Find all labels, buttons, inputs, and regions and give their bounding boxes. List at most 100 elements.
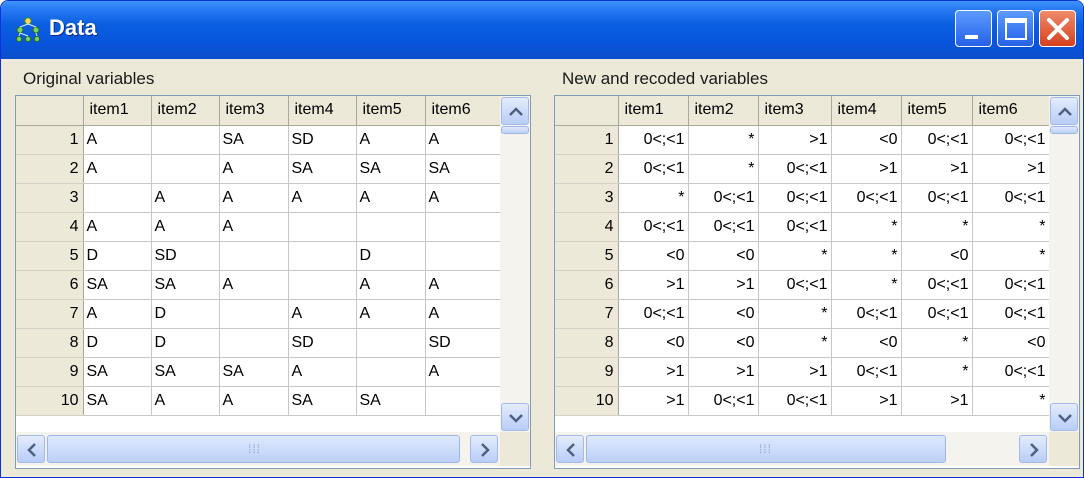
column-header-item3[interactable]: item3 [758, 96, 832, 126]
row-header[interactable]: 3 [555, 183, 619, 213]
title-bar[interactable]: Data [1, 1, 1083, 59]
horizontal-scrollbar[interactable]: ⁞⁞⁞ [16, 432, 500, 466]
data-cell[interactable]: SA [151, 270, 220, 300]
scroll-right-button[interactable] [470, 435, 498, 463]
data-cell[interactable]: SD [151, 241, 220, 271]
column-header-item2[interactable]: item2 [688, 96, 759, 126]
data-cell[interactable]: 0<;<1 [831, 299, 902, 329]
data-cell[interactable]: * [831, 241, 902, 271]
row-header[interactable]: 5 [555, 241, 619, 271]
row-header[interactable]: 9 [16, 357, 84, 387]
data-cell[interactable]: 0<;<1 [901, 125, 973, 155]
data-cell[interactable]: * [901, 212, 973, 242]
row-header[interactable]: 1 [555, 125, 619, 155]
data-cell[interactable]: >1 [972, 154, 1050, 184]
data-cell[interactable]: 0<;<1 [618, 212, 689, 242]
data-cell[interactable]: * [618, 183, 689, 213]
data-cell[interactable]: <0 [831, 328, 902, 358]
data-cell[interactable]: A [219, 270, 289, 300]
data-cell[interactable]: * [972, 241, 1050, 271]
data-cell[interactable]: A [83, 299, 152, 329]
minimize-button[interactable] [955, 10, 992, 47]
data-cell[interactable]: A [83, 154, 152, 184]
data-cell[interactable]: >1 [901, 386, 973, 416]
data-cell[interactable] [425, 212, 501, 242]
data-cell[interactable]: A [288, 183, 357, 213]
data-cell[interactable]: * [972, 386, 1050, 416]
row-header[interactable]: 8 [16, 328, 84, 358]
data-cell[interactable]: 0<;<1 [618, 154, 689, 184]
corner-header-cell[interactable] [555, 96, 619, 126]
data-cell[interactable]: 0<;<1 [901, 299, 973, 329]
horizontal-scrollbar[interactable]: ⁞⁞⁞ [555, 432, 1049, 466]
data-cell[interactable]: A [83, 212, 152, 242]
recoded-variables-grid[interactable]: item1 item2 item3 item4 item5 item6 1 0<;<1 * >1… [554, 95, 1080, 469]
row-header[interactable]: 7 [16, 299, 84, 329]
vertical-scroll-thumb[interactable] [1050, 126, 1078, 134]
data-cell[interactable] [219, 328, 289, 358]
data-cell[interactable]: A [425, 270, 501, 300]
row-header[interactable]: 6 [16, 270, 84, 300]
row-header[interactable]: 4 [16, 212, 84, 242]
data-cell[interactable] [288, 212, 357, 242]
original-variables-grid[interactable]: item1 item2 item3 item4 item5 item6 1 A SA SD A A 2… [15, 95, 531, 469]
data-cell[interactable]: 0<;<1 [688, 386, 759, 416]
column-header-item5[interactable]: item5 [356, 96, 426, 126]
row-header[interactable]: 2 [16, 154, 84, 184]
scroll-right-button[interactable] [1019, 435, 1047, 463]
data-cell[interactable]: * [972, 212, 1050, 242]
data-cell[interactable]: SA [425, 154, 501, 184]
data-cell[interactable] [219, 241, 289, 271]
horizontal-scroll-thumb[interactable]: ⁞⁞⁞ [586, 435, 946, 463]
data-cell[interactable]: A [219, 212, 289, 242]
data-cell[interactable]: SA [288, 386, 357, 416]
data-cell[interactable]: <0 [901, 241, 973, 271]
data-cell[interactable]: * [758, 299, 832, 329]
row-header[interactable]: 5 [16, 241, 84, 271]
data-cell[interactable]: A [425, 183, 501, 213]
vertical-scroll-thumb[interactable] [501, 126, 529, 134]
maximize-button[interactable] [997, 10, 1034, 47]
data-cell[interactable]: >1 [688, 270, 759, 300]
data-cell[interactable]: * [901, 357, 973, 387]
row-header[interactable]: 10 [16, 386, 84, 416]
data-cell[interactable] [356, 328, 426, 358]
data-cell[interactable]: 0<;<1 [972, 270, 1050, 300]
data-cell[interactable] [288, 241, 357, 271]
data-cell[interactable]: 0<;<1 [972, 183, 1050, 213]
column-header-item5[interactable]: item5 [901, 96, 973, 126]
scroll-left-button[interactable] [17, 435, 45, 463]
data-cell[interactable]: 0<;<1 [758, 270, 832, 300]
data-cell[interactable]: 0<;<1 [758, 183, 832, 213]
data-cell[interactable]: A [425, 299, 501, 329]
column-header-item1[interactable]: item1 [83, 96, 152, 126]
data-cell[interactable]: 0<;<1 [901, 183, 973, 213]
data-cell[interactable]: A [288, 357, 357, 387]
data-cell[interactable]: >1 [688, 357, 759, 387]
column-header-item4[interactable]: item4 [831, 96, 902, 126]
data-cell[interactable]: >1 [618, 386, 689, 416]
data-cell[interactable]: SA [83, 386, 152, 416]
data-cell[interactable] [356, 212, 426, 242]
data-cell[interactable]: SA [219, 125, 289, 155]
data-cell[interactable]: 0<;<1 [831, 183, 902, 213]
data-cell[interactable]: SA [151, 357, 220, 387]
data-cell[interactable]: * [831, 270, 902, 300]
vertical-scrollbar[interactable] [1049, 96, 1079, 432]
scroll-down-button[interactable] [501, 403, 529, 431]
data-cell[interactable]: * [688, 125, 759, 155]
data-cell[interactable] [425, 241, 501, 271]
row-header[interactable]: 8 [555, 328, 619, 358]
data-cell[interactable]: A [219, 386, 289, 416]
close-button[interactable] [1039, 10, 1076, 47]
row-header[interactable]: 1 [16, 125, 84, 155]
data-cell[interactable] [219, 299, 289, 329]
data-cell[interactable]: SD [288, 125, 357, 155]
data-cell[interactable]: >1 [901, 154, 973, 184]
data-cell[interactable]: <0 [688, 299, 759, 329]
data-cell[interactable]: 0<;<1 [618, 299, 689, 329]
vertical-scrollbar[interactable] [500, 96, 530, 432]
data-cell[interactable]: A [151, 386, 220, 416]
data-cell[interactable]: SA [356, 386, 426, 416]
scroll-down-button[interactable] [1050, 403, 1078, 431]
